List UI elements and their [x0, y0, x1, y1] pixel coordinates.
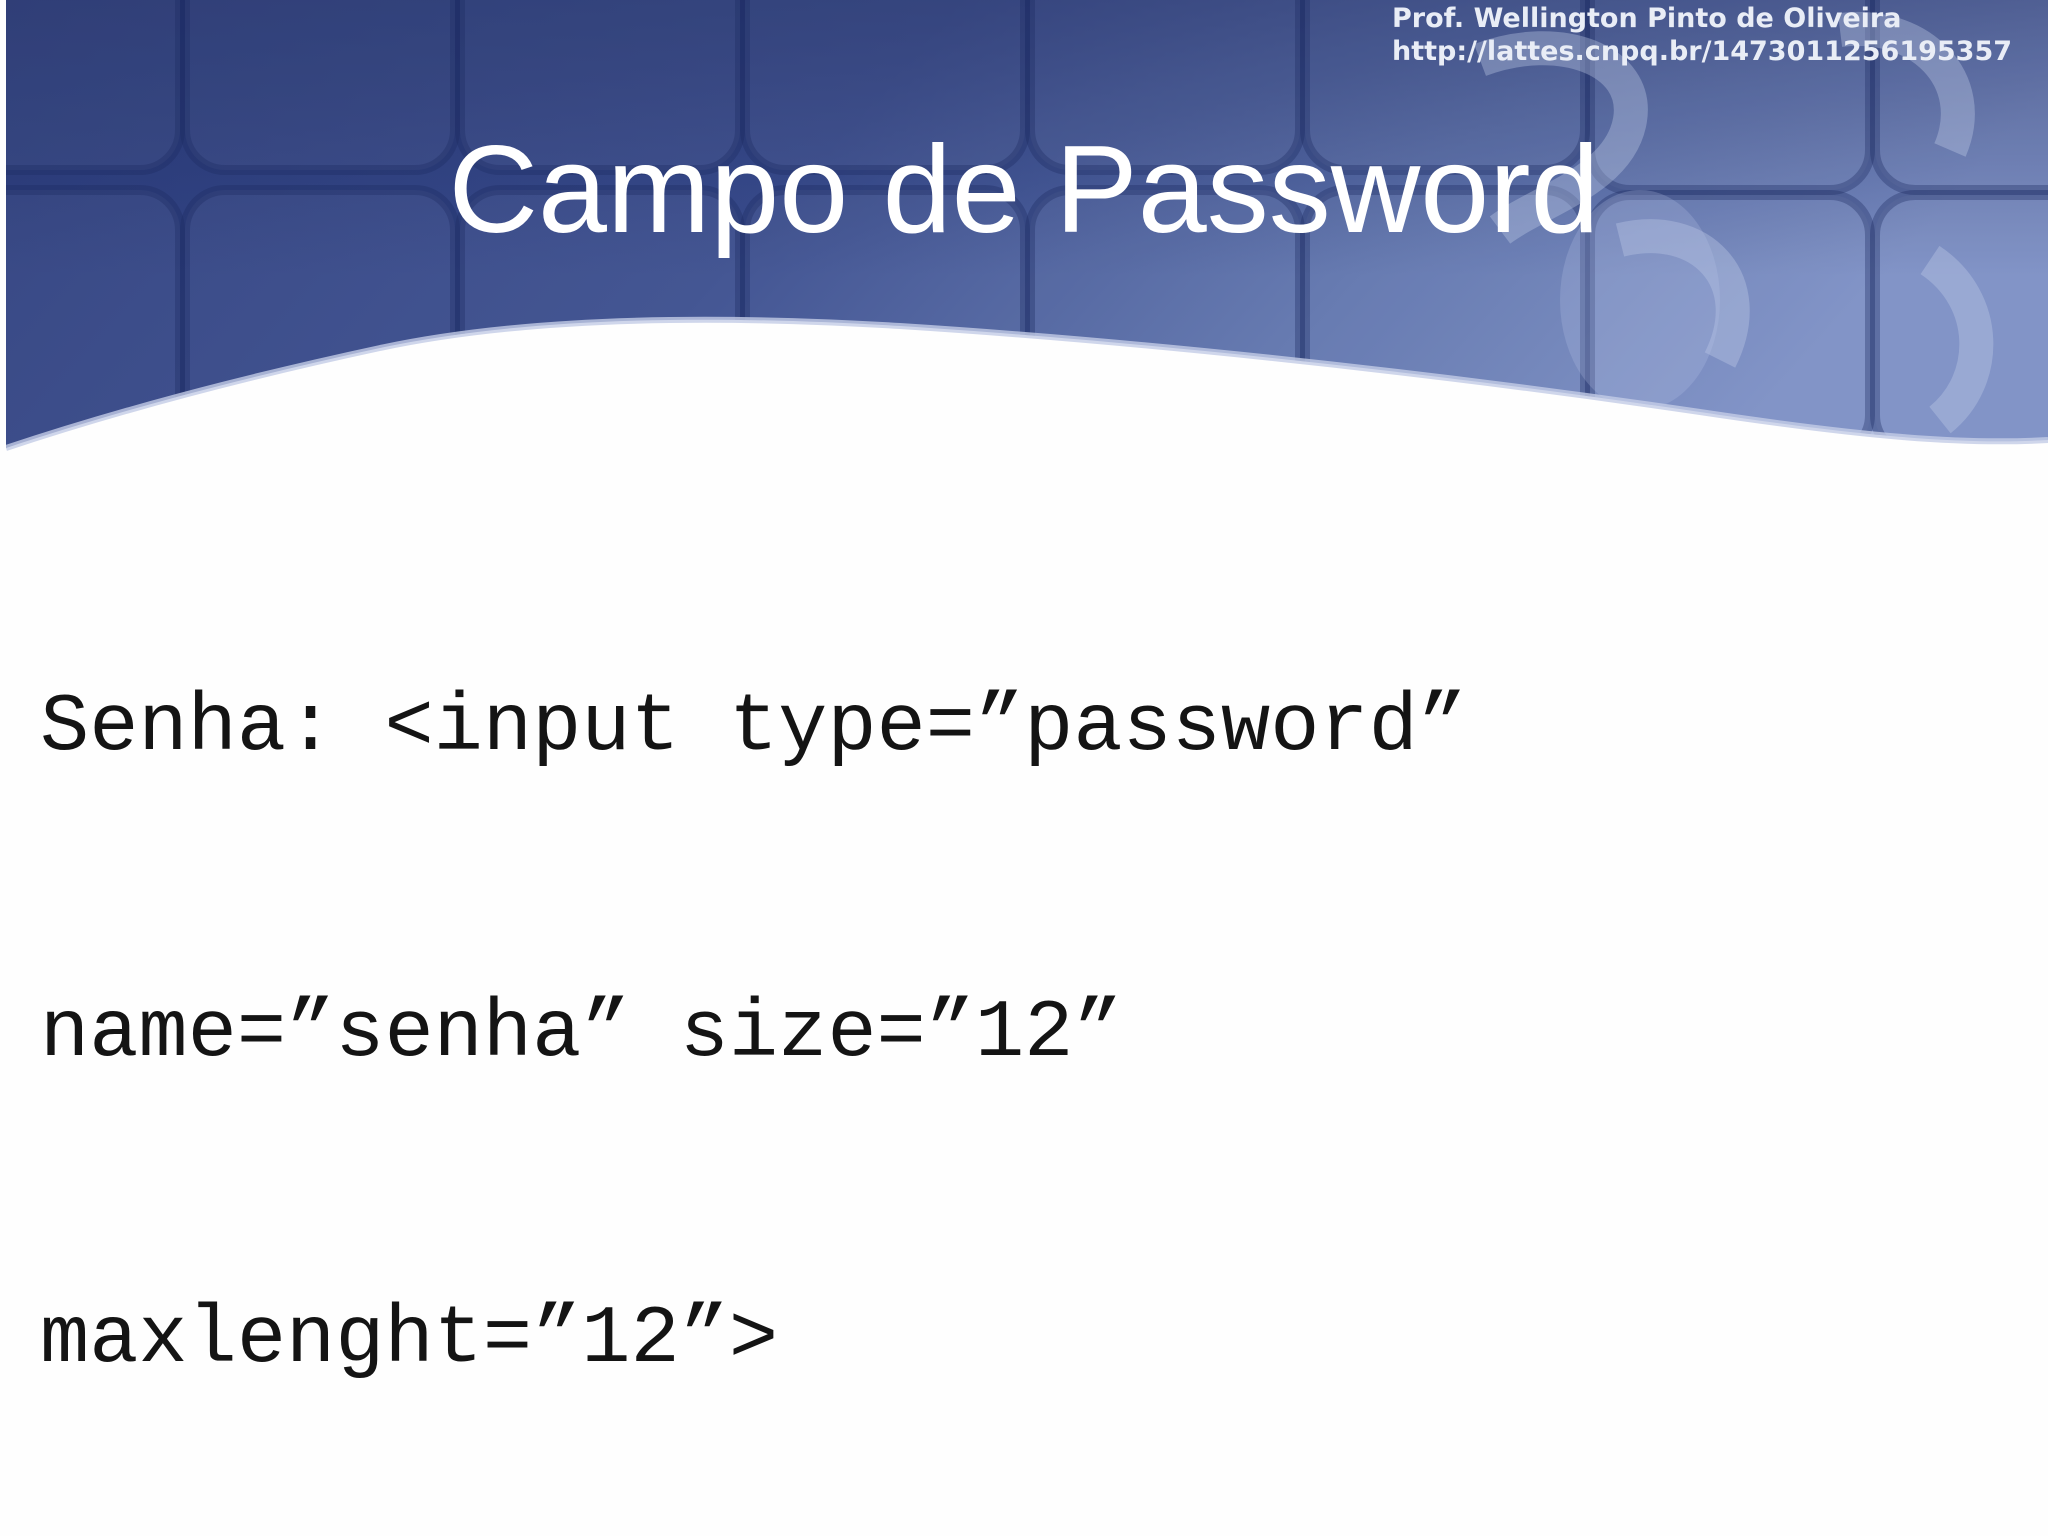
- code-snippet: Senha: <input type=”password” name=”senh…: [40, 473, 1467, 1536]
- code-line-2: name=”senha” size=”12”: [40, 987, 1123, 1080]
- author-credit: Prof. Wellington Pinto de Oliveira http:…: [1392, 2, 2012, 68]
- slide-title: Campo de Password: [448, 121, 1600, 259]
- code-line-1: Senha: <input type=”password”: [40, 681, 1468, 774]
- code-line-3: maxlenght=”12”>: [40, 1293, 779, 1386]
- author-url: http://lattes.cnpq.br/1473011256195357: [1392, 36, 2013, 67]
- slide: Prof. Wellington Pinto de Oliveira http:…: [0, 0, 2048, 1536]
- slide-title-container: Campo de Password: [0, 120, 2048, 260]
- author-name: Prof. Wellington Pinto de Oliveira: [1392, 3, 1902, 34]
